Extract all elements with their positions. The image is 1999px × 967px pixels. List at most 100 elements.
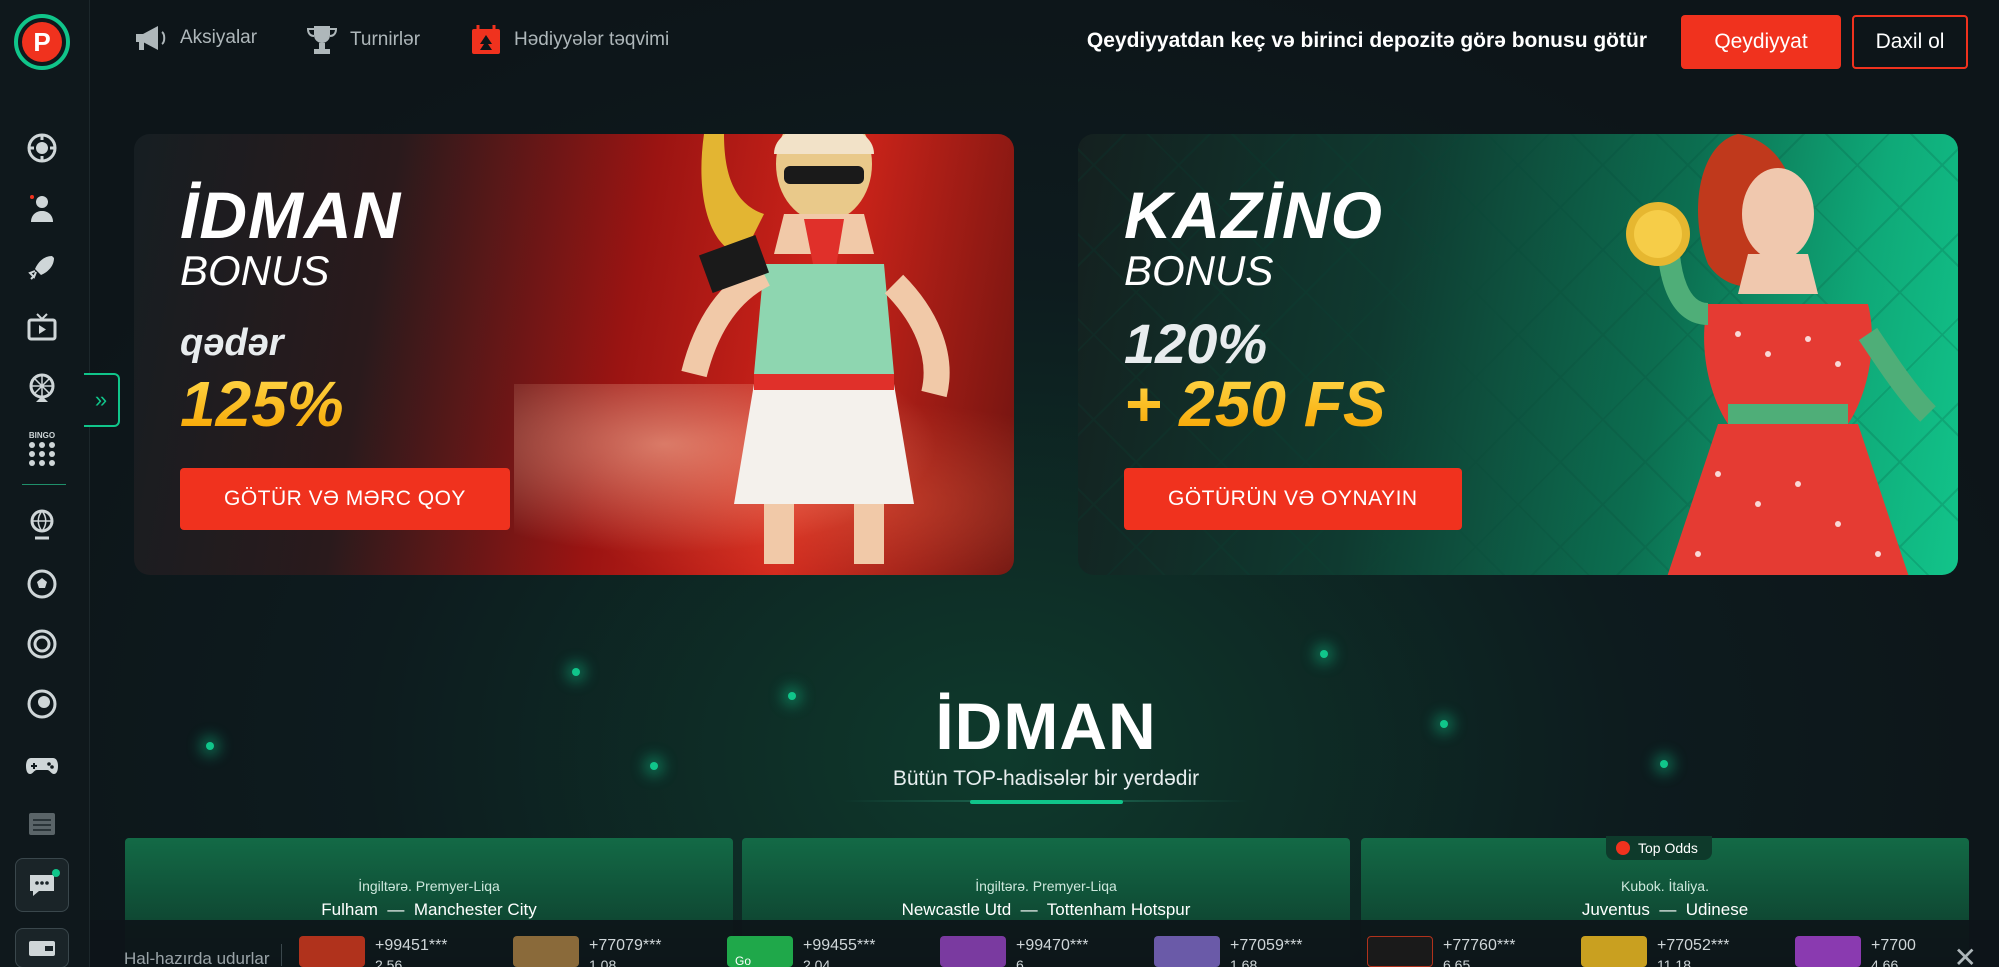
winner-item[interactable]: +77059*** 1.68 (1154, 936, 1303, 967)
casino-banner-cta[interactable]: GÖTÜRÜN VƏ OYNAYIN (1124, 468, 1462, 530)
away-team: Manchester City (413, 900, 537, 919)
nav-gift-calendar[interactable]: Hədiyyələr təqvimi (470, 24, 669, 56)
gift-calendar-icon (472, 25, 500, 54)
football-icon[interactable] (24, 566, 60, 602)
register-button[interactable]: Qeydiyyat (1681, 15, 1841, 69)
chat-online-dot (52, 869, 60, 877)
game-thumbnail (513, 936, 579, 967)
winner-user: +77079*** (589, 937, 662, 954)
glow-dot (1320, 650, 1328, 658)
bingo-icon[interactable]: BINGO (24, 430, 60, 466)
double-chevron-right-icon: » (94, 387, 108, 412)
winner-item[interactable]: Go +99455*** 2.04 (727, 936, 876, 967)
trophy-icon (306, 26, 338, 54)
game-thumbnail (1154, 936, 1220, 967)
login-button[interactable]: Daxil ol (1852, 15, 1968, 69)
brand-mini-icon (1616, 841, 1630, 855)
sidebar-divider (22, 484, 66, 485)
winner-user: +99455*** (803, 937, 876, 954)
winners-label: Hal-hazırda udurlar (124, 949, 270, 967)
sport-banner-subtitle: BONUS (180, 247, 330, 294)
winner-amount: 2.56 (375, 957, 403, 967)
game-thumbnail: Go (727, 936, 793, 967)
nav-promotions-label: Aksiyalar (180, 27, 258, 48)
home-team: Fulham (321, 900, 378, 919)
winner-item[interactable]: +77760*** 6.65 (1367, 936, 1516, 967)
section-title: İDMAN (935, 689, 1157, 763)
sport-banner-title: İDMAN (180, 178, 402, 252)
winner-amount: 1.68 (1230, 957, 1258, 967)
winner-item[interactable]: +99451*** 2.56 (299, 936, 448, 967)
winner-item[interactable]: +99470*** 6 (940, 936, 1089, 967)
match-league: İngiltərə. Premyer-Liqa (975, 878, 1117, 894)
casino-model-illustration (1626, 134, 1936, 575)
winner-amount: 4.66 (1871, 957, 1899, 967)
header: Aksiyalar Turnirlər Hədiyyələr təqvimi Q… (90, 0, 1999, 84)
rocket-icon[interactable] (24, 250, 60, 286)
home-team: Juventus (1581, 900, 1650, 919)
target-icon[interactable] (24, 626, 60, 662)
poker-chip-icon[interactable] (24, 130, 60, 166)
megaphone-icon (136, 26, 166, 50)
match-league: İngiltərə. Premyer-Liqa (358, 878, 500, 894)
home-team: Newcastle Utd (901, 900, 1012, 919)
match-league: Kubok. İtaliya. (1621, 878, 1709, 894)
winner-item[interactable]: +77052*** 11.18 (1581, 936, 1730, 967)
app-root: P BINGO » Aksiyalar Turnirlər Hədiyyələr… (0, 0, 1999, 967)
nav-tournaments[interactable]: Turnirlər (306, 24, 420, 56)
match-teams: Fulham — Manchester City (125, 900, 733, 920)
sports-globe-icon[interactable] (24, 506, 60, 542)
sport-banner-cta[interactable]: GÖTÜR VƏ MƏRC QOY (180, 468, 510, 530)
team-separator: — (387, 900, 405, 919)
match-teams: Newcastle Utd — Tottenham Hotspur (742, 900, 1350, 920)
wallet-icon (29, 941, 55, 956)
winner-item[interactable]: +7700 4.66 (1795, 936, 1916, 967)
winner-amount: 6.65 (1443, 957, 1471, 967)
wallet-button[interactable] (15, 928, 69, 967)
winner-amount: 1.08 (589, 957, 617, 967)
logo-mark: P (22, 22, 62, 62)
section-underline-highlight (970, 800, 1123, 804)
winner-user: +77059*** (1230, 937, 1303, 954)
sidebar-expand-toggle[interactable]: » (84, 373, 120, 427)
header-promo-text: Qeydiyyatdan keç və birinci depozitə gör… (1086, 29, 1647, 52)
chat-button[interactable] (15, 858, 69, 912)
winner-user: +99470*** (1016, 937, 1089, 954)
nav-tournaments-label: Turnirlər (350, 29, 421, 50)
game-thumbnail (1795, 936, 1861, 967)
casino-bonus-banner[interactable]: KAZİNO BONUS 120% + 250 FS GÖTÜRÜN VƏ OY… (1078, 134, 1958, 575)
svg-text:BINGO: BINGO (29, 431, 55, 440)
match-teams: Juventus — Udinese (1361, 900, 1969, 920)
winner-user: +7700 (1871, 937, 1916, 954)
logo[interactable]: P (14, 14, 70, 70)
winner-amount: 6 (1016, 957, 1024, 967)
lottery-wheel-icon[interactable] (24, 370, 60, 406)
winner-user: +99451*** (375, 937, 448, 954)
away-team: Udinese (1685, 900, 1749, 919)
nav-gift-calendar-label: Hədiyyələr təqvimi (514, 29, 670, 50)
nav-promotions[interactable]: Aksiyalar (134, 24, 257, 52)
winner-amount: 2.04 (803, 957, 831, 967)
team-separator: — (1020, 900, 1038, 919)
sport-banner-line1: qədər (180, 322, 284, 364)
glow-dot (572, 668, 580, 676)
winner-amount: 11.18 (1657, 957, 1691, 967)
sport-bonus-banner[interactable]: İDMAN BONUS qədər 125% GÖTÜR VƏ MƏRC QOY (134, 134, 1014, 575)
winners-ticker: Hal-hazırda udurlar +99451*** 2.56 +77079… (90, 920, 1999, 967)
game-thumbnail (299, 936, 365, 967)
game-thumbnail (1581, 936, 1647, 967)
section-subtitle: Bütün TOP-hadisələr bir yerdədir (892, 767, 1200, 790)
tv-icon[interactable] (24, 310, 60, 346)
list-icon[interactable] (24, 806, 60, 842)
dealer-icon[interactable] (24, 190, 60, 226)
sport-banner-percent: 125% (180, 368, 344, 440)
top-odds-badge: Top Odds (1606, 836, 1712, 860)
game-thumbnail (1367, 936, 1433, 967)
close-icon[interactable]: ✕ (1954, 944, 1977, 967)
team-separator: — (1659, 900, 1677, 919)
game-thumbnail (940, 936, 1006, 967)
winner-user: +77760*** (1443, 937, 1516, 954)
top-odds-label: Top Odds (1638, 840, 1698, 856)
winner-item[interactable]: +77079*** 1.08 (513, 936, 662, 967)
away-team: Tottenham Hotspur (1046, 900, 1191, 919)
